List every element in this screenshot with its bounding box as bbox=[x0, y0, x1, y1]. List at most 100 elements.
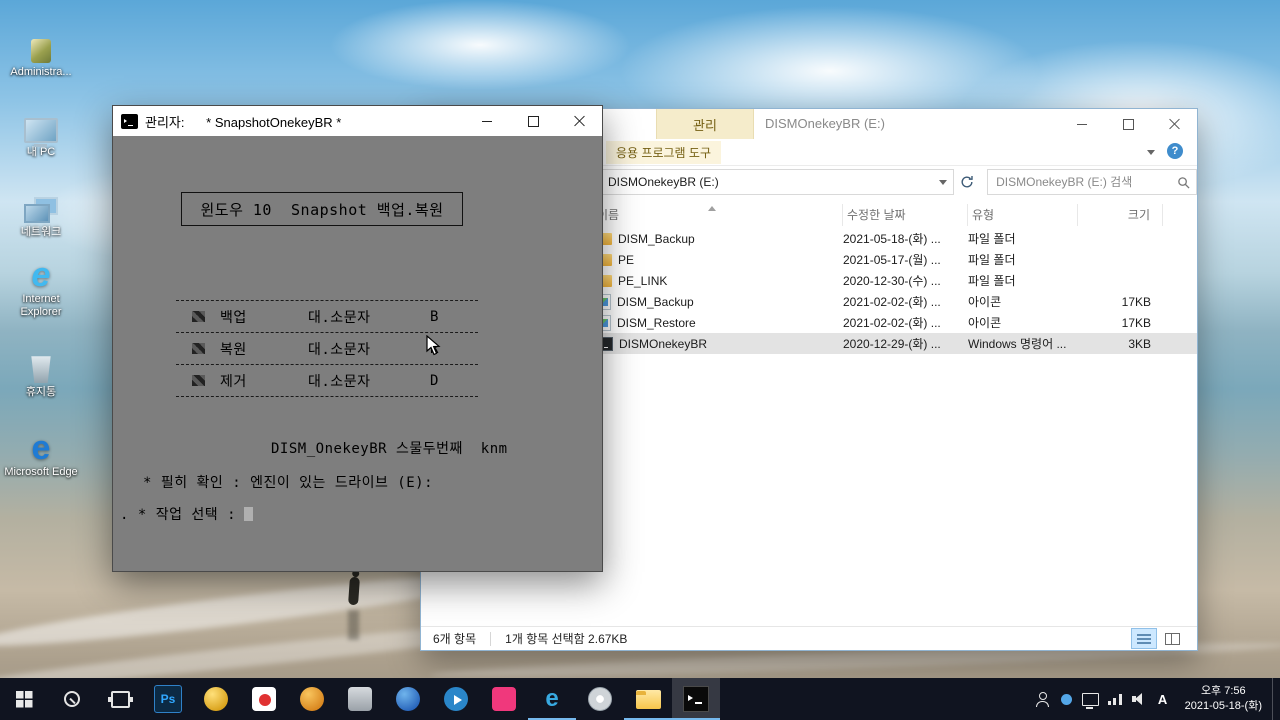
desktop-icon-label: 휴지통 bbox=[25, 386, 57, 399]
details-view-button[interactable] bbox=[1131, 628, 1157, 649]
menu-option-case: 대.소문자 bbox=[308, 373, 371, 390]
tray-item[interactable] bbox=[1079, 678, 1103, 720]
ribbon-tab-manage[interactable]: 관리 bbox=[656, 109, 754, 139]
tray-icons: A bbox=[1031, 678, 1175, 720]
taskbar-button[interactable] bbox=[672, 678, 720, 720]
thumbnail-view-icon bbox=[1164, 632, 1180, 645]
tray-item[interactable] bbox=[1127, 678, 1151, 720]
ribbon-collapse-icon[interactable] bbox=[1147, 150, 1155, 155]
thumbnail-view-button[interactable] bbox=[1159, 628, 1185, 649]
file-name: DISM_Backup bbox=[618, 231, 695, 246]
taskbar-button[interactable] bbox=[384, 678, 432, 720]
refresh-button[interactable] bbox=[954, 170, 979, 194]
person-silhouette bbox=[348, 576, 360, 606]
column-header-type[interactable]: 유형 bbox=[968, 204, 1078, 226]
maximize-button[interactable] bbox=[510, 106, 556, 136]
taskbar: Ps e A 오후 7:56 2021-05-18-(화) bbox=[0, 678, 1280, 720]
taskbar-clock[interactable]: 오후 7:56 2021-05-18-(화) bbox=[1175, 684, 1272, 714]
desktop-icon[interactable]: e Internet Explorer bbox=[2, 248, 80, 320]
address-dropdown-icon[interactable] bbox=[939, 179, 948, 185]
maximize-button[interactable] bbox=[1105, 109, 1151, 139]
desktop-icon[interactable]: 휴지통 bbox=[2, 328, 80, 400]
taskbar-button[interactable] bbox=[288, 678, 336, 720]
cmd-icon bbox=[121, 113, 138, 129]
taskbar-button[interactable]: e bbox=[528, 678, 576, 720]
taskbar-button[interactable] bbox=[336, 678, 384, 720]
cmd-window-title: 관리자: * SnapshotOnekeyBR * bbox=[145, 114, 342, 130]
file-type: 아이콘 bbox=[968, 295, 1002, 309]
taskbar-red-app-icon bbox=[252, 687, 276, 711]
cmd-heading-box: 윈도우 10 Snapshot 백업.복원 bbox=[181, 192, 463, 226]
file-row[interactable]: DISM_Backup 2021-05-18-(화) ... 파일 폴더 bbox=[593, 228, 1197, 249]
taskbar-button[interactable] bbox=[192, 678, 240, 720]
menu-option-case: 대.소문자 bbox=[308, 341, 371, 358]
file-row[interactable]: PE_LINK 2020-12-30-(수) ... 파일 폴더 bbox=[593, 270, 1197, 291]
file-row[interactable]: PE 2021-05-17-(월) ... 파일 폴더 bbox=[593, 249, 1197, 270]
taskbar-button[interactable] bbox=[432, 678, 480, 720]
file-name: DISM_Backup bbox=[617, 294, 694, 309]
cmd-note-line: * 필히 확인 : 엔진이 있는 드라이브 (E): bbox=[143, 475, 434, 491]
taskbar-button[interactable] bbox=[96, 678, 144, 720]
desktop-edge-icon: e bbox=[31, 429, 51, 468]
taskbar-button[interactable] bbox=[0, 678, 48, 720]
tray-volume-icon bbox=[1131, 693, 1146, 705]
taskbar-button[interactable]: Ps bbox=[144, 678, 192, 720]
person-reflection bbox=[348, 610, 359, 640]
address-text: DISMOnekeyBR (E:) bbox=[608, 175, 719, 189]
tray-item[interactable]: A bbox=[1151, 678, 1175, 720]
taskbar-button[interactable] bbox=[576, 678, 624, 720]
desktop-icon[interactable]: Administra... bbox=[2, 8, 80, 80]
tray-item[interactable] bbox=[1031, 678, 1055, 720]
file-size: 17KB bbox=[1121, 315, 1151, 330]
desktop-icon[interactable]: e Microsoft Edge bbox=[2, 408, 80, 480]
mouse-cursor bbox=[426, 335, 441, 356]
column-header-name[interactable]: 이름 bbox=[593, 204, 843, 226]
menu-option-case: 대.소문자 bbox=[308, 309, 371, 326]
desktop-icon[interactable]: 네트워크 bbox=[2, 168, 80, 240]
tray-item[interactable] bbox=[1103, 678, 1127, 720]
desktop-icon[interactable]: 내 PC bbox=[2, 88, 80, 160]
address-bar[interactable]: DISMOnekeyBR (E:) bbox=[581, 169, 955, 195]
menu-option-label: 복원 bbox=[220, 341, 247, 358]
file-name: DISM_Restore bbox=[617, 315, 696, 330]
minimize-icon bbox=[1077, 123, 1087, 125]
taskbar-button[interactable] bbox=[240, 678, 288, 720]
help-icon[interactable]: ? bbox=[1167, 143, 1183, 159]
file-type: 파일 폴더 bbox=[968, 232, 1016, 246]
taskbar-button[interactable] bbox=[48, 678, 96, 720]
close-icon bbox=[573, 115, 585, 127]
file-row[interactable]: DISM_Restore 2021-02-02-(화) ... 아이콘 17KB bbox=[593, 312, 1197, 333]
tray-item[interactable] bbox=[1055, 678, 1079, 720]
column-headers: 이름 수정한 날짜 유형 크기 bbox=[593, 204, 1197, 226]
file-date: 2021-05-17-(월) ... bbox=[843, 253, 941, 267]
file-row[interactable]: DISM_Backup 2021-02-02-(화) ... 아이콘 17KB bbox=[593, 291, 1197, 312]
clock-date: 2021-05-18-(화) bbox=[1184, 700, 1262, 712]
taskbar-blue-app-icon bbox=[396, 687, 420, 711]
taskbar-button[interactable] bbox=[480, 678, 528, 720]
tray-network-icon bbox=[1107, 693, 1122, 705]
minimize-button[interactable] bbox=[1059, 109, 1105, 139]
minimize-button[interactable] bbox=[464, 106, 510, 136]
cmd-menu-option: 제거 대.소문자 D bbox=[176, 365, 478, 397]
text-cursor bbox=[244, 507, 254, 521]
file-type: 파일 폴더 bbox=[968, 274, 1016, 288]
close-button[interactable] bbox=[556, 106, 602, 136]
explorer-window-title: DISMOnekeyBR (E:) bbox=[765, 116, 885, 131]
file-row[interactable]: DISMOnekeyBR 2020-12-29-(화) ... Windows … bbox=[593, 333, 1197, 354]
file-date: 2021-02-02-(화) ... bbox=[843, 316, 941, 330]
search-box[interactable] bbox=[987, 169, 1197, 195]
file-type: 아이콘 bbox=[968, 316, 1002, 330]
taskbar-gold-antivirus-icon bbox=[204, 687, 228, 711]
details-view-icon bbox=[1137, 633, 1151, 644]
cmd-titlebar[interactable]: 관리자: * SnapshotOnekeyBR * bbox=[113, 106, 602, 136]
tray-user-icon bbox=[1035, 691, 1051, 707]
column-header-date[interactable]: 수정한 날짜 bbox=[843, 204, 968, 226]
taskbar-button[interactable] bbox=[624, 678, 672, 720]
desktop-icon-label: Administra... bbox=[10, 66, 72, 79]
close-button[interactable] bbox=[1151, 109, 1197, 139]
column-header-size[interactable]: 크기 bbox=[1078, 204, 1163, 226]
status-bar: 6개 항목 1개 항목 선택함 2.67KB bbox=[421, 626, 1197, 650]
ribbon-tab-app-tools[interactable]: 응용 프로그램 도구 bbox=[606, 141, 721, 164]
show-desktop-button[interactable] bbox=[1272, 678, 1280, 720]
search-input[interactable] bbox=[994, 174, 1177, 190]
